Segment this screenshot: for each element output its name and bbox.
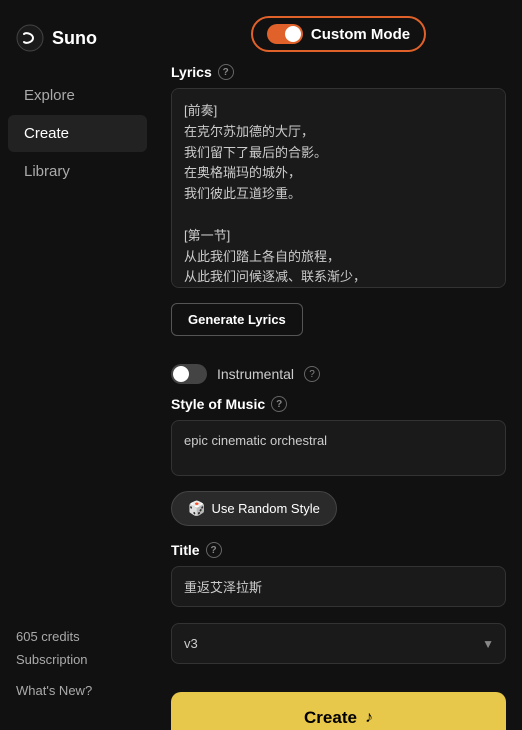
instrumental-toggle[interactable]	[171, 364, 207, 384]
title-label: Title	[171, 542, 200, 558]
title-input[interactable]	[171, 566, 506, 607]
style-help-icon[interactable]: ?	[271, 396, 287, 412]
generate-lyrics-button[interactable]: Generate Lyrics	[171, 303, 303, 336]
instrumental-help-icon[interactable]: ?	[304, 366, 320, 382]
sidebar-item-library[interactable]: Library	[8, 153, 147, 190]
custom-mode-toggle[interactable]	[267, 24, 303, 44]
title-help-icon[interactable]: ?	[206, 542, 222, 558]
version-select-wrapper: v3 v4 v2 ▼	[171, 623, 506, 664]
lyrics-section: Lyrics ? [前奏] 在克尔苏加德的大厅， 我们留下了最后的合影。 在奥格…	[155, 64, 522, 352]
title-label-row: Title ?	[171, 542, 506, 558]
logo: Suno	[0, 16, 155, 76]
custom-mode-badge: Custom Mode	[251, 16, 426, 52]
style-label-row: Style of Music ?	[171, 396, 506, 412]
sidebar: Suno Explore Create Library 605 credits …	[0, 0, 155, 730]
lyrics-help-icon[interactable]: ?	[218, 64, 234, 80]
suno-logo-icon	[16, 24, 44, 52]
credits-display: 605 credits	[16, 629, 139, 644]
custom-mode-label: Custom Mode	[311, 26, 410, 43]
use-random-style-button[interactable]: 🎲 Use Random Style	[171, 491, 337, 526]
sidebar-item-create[interactable]: Create	[8, 115, 147, 152]
custom-mode-header: Custom Mode	[155, 0, 522, 64]
style-section: Style of Music ? epic cinematic orchestr…	[155, 396, 522, 542]
instrumental-label: Instrumental	[217, 366, 294, 382]
version-select[interactable]: v3 v4 v2	[171, 623, 506, 664]
dice-icon: 🎲	[188, 500, 205, 517]
random-style-label: Use Random Style	[211, 501, 319, 516]
create-button-label: Create	[304, 708, 357, 728]
instrumental-row: Instrumental ?	[155, 352, 522, 396]
whats-new-link[interactable]: What's New?	[16, 683, 139, 698]
create-button[interactable]: Create ♪	[171, 692, 506, 730]
main-content: Custom Mode Lyrics ? [前奏] 在克尔苏加德的大厅， 我们留…	[155, 0, 522, 730]
version-section: v3 v4 v2 ▼	[155, 623, 522, 680]
lyrics-label-row: Lyrics ?	[171, 64, 506, 80]
style-label: Style of Music	[171, 396, 265, 412]
sidebar-item-explore[interactable]: Explore	[8, 77, 147, 114]
music-note-icon: ♪	[365, 709, 373, 727]
lyrics-input[interactable]: [前奏] 在克尔苏加德的大厅， 我们留下了最后的合影。 在奥格瑞玛的城外， 我们…	[171, 88, 506, 288]
subscription-link[interactable]: Subscription	[16, 652, 139, 667]
logo-text: Suno	[52, 28, 97, 49]
title-section: Title ?	[155, 542, 522, 623]
sidebar-bottom: 605 credits Subscription What's New?	[0, 613, 155, 714]
style-input[interactable]: epic cinematic orchestral	[171, 420, 506, 476]
sidebar-nav: Explore Create Library	[0, 76, 155, 191]
lyrics-label: Lyrics	[171, 64, 212, 80]
